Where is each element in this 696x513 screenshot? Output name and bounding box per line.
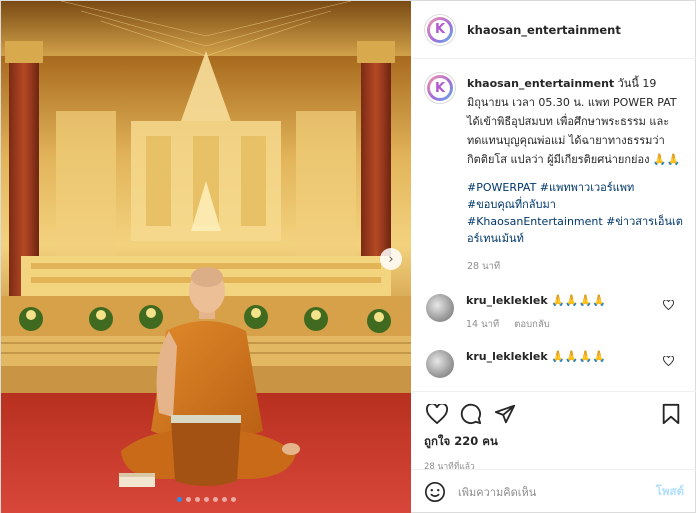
comment-text: 🙏🙏🙏🙏 [551, 350, 607, 363]
caption: khaosan_entertainment วันนี้ 19 มิถุนายน… [467, 74, 683, 276]
carousel-dot [203, 497, 209, 502]
carousel-indicator [1, 497, 411, 502]
comment-input[interactable] [458, 485, 638, 499]
carousel-dot [221, 497, 227, 502]
instagram-post-modal: › K khaosan_entertainment K khaosan_ente… [0, 0, 696, 513]
chevron-right-icon: › [388, 251, 394, 267]
caption-time: 28 นาที [467, 261, 501, 272]
avatar-letter: K [430, 19, 450, 40]
carousel-dot [212, 497, 218, 502]
next-slide-button[interactable]: › [380, 248, 402, 270]
post-actions: ถูกใจ 220 คน 28 นาทีที่แล้ว [412, 391, 696, 473]
avatar[interactable]: K [424, 13, 456, 46]
post-sidebar: K khaosan_entertainment K khaosan_entert… [412, 1, 696, 513]
post-comment-button[interactable]: โพสต์ [656, 483, 684, 501]
bookmark-icon[interactable] [658, 401, 684, 427]
comment-like-heart-icon[interactable] [663, 355, 674, 369]
header-username[interactable]: khaosan_entertainment [467, 23, 621, 37]
post-header: K khaosan_entertainment [412, 1, 696, 59]
hashtag-line[interactable]: #POWERPAT #แพทพาวเวอร์แพท [467, 179, 683, 196]
carousel-dot [185, 497, 191, 502]
hashtag-line[interactable]: #ขอบคุณที่กลับมา [467, 196, 683, 213]
comment-avatar[interactable] [426, 350, 454, 378]
caption-row: K khaosan_entertainment วันนี้ 19 มิถุนา… [424, 72, 684, 276]
caption-username[interactable]: khaosan_entertainment [467, 77, 614, 90]
carousel-dot [230, 497, 236, 502]
send-icon[interactable] [492, 401, 518, 427]
caption-text: วันนี้ 19 มิถุนายน เวลา 05.30 น. แพท POW… [467, 77, 681, 166]
comment-item: kru_lekleklek 🙏🙏🙏🙏 [424, 350, 684, 378]
add-comment-bar: โพสต์ [412, 469, 696, 513]
comment-time: 14 นาที [466, 319, 500, 330]
heart-icon[interactable] [424, 401, 450, 427]
comment-like-heart-icon[interactable] [663, 299, 674, 313]
comments-area[interactable]: K khaosan_entertainment วันนี้ 19 มิถุนา… [412, 60, 696, 390]
smiley-icon[interactable] [424, 481, 446, 503]
avatar[interactable]: K [424, 72, 456, 104]
like-count[interactable]: ถูกใจ 220 คน [424, 433, 684, 451]
post-photo[interactable]: › [1, 1, 411, 513]
reply-button[interactable]: ตอบกลับ [514, 319, 550, 330]
carousel-dot [194, 497, 200, 502]
avatar-letter: K [430, 78, 450, 98]
comment-text: 🙏🙏🙏🙏 [551, 294, 607, 307]
comment-icon[interactable] [458, 401, 484, 427]
monk-ordination-photo [1, 1, 411, 513]
comment-username[interactable]: kru_lekleklek [466, 294, 548, 307]
comment-avatar[interactable] [426, 294, 454, 322]
comment-item: kru_lekleklek 🙏🙏🙏🙏 14 นาที ตอบกลับ [424, 294, 684, 332]
comment-username[interactable]: kru_lekleklek [466, 350, 548, 363]
carousel-dot [176, 497, 182, 502]
hashtags: #POWERPAT #แพทพาวเวอร์แพท #ขอบคุณที่กลับ… [467, 179, 683, 247]
hashtag-line[interactable]: #KhaosanEntertainment #ข่าวสารเอ็นเตอร์เ… [467, 213, 683, 247]
